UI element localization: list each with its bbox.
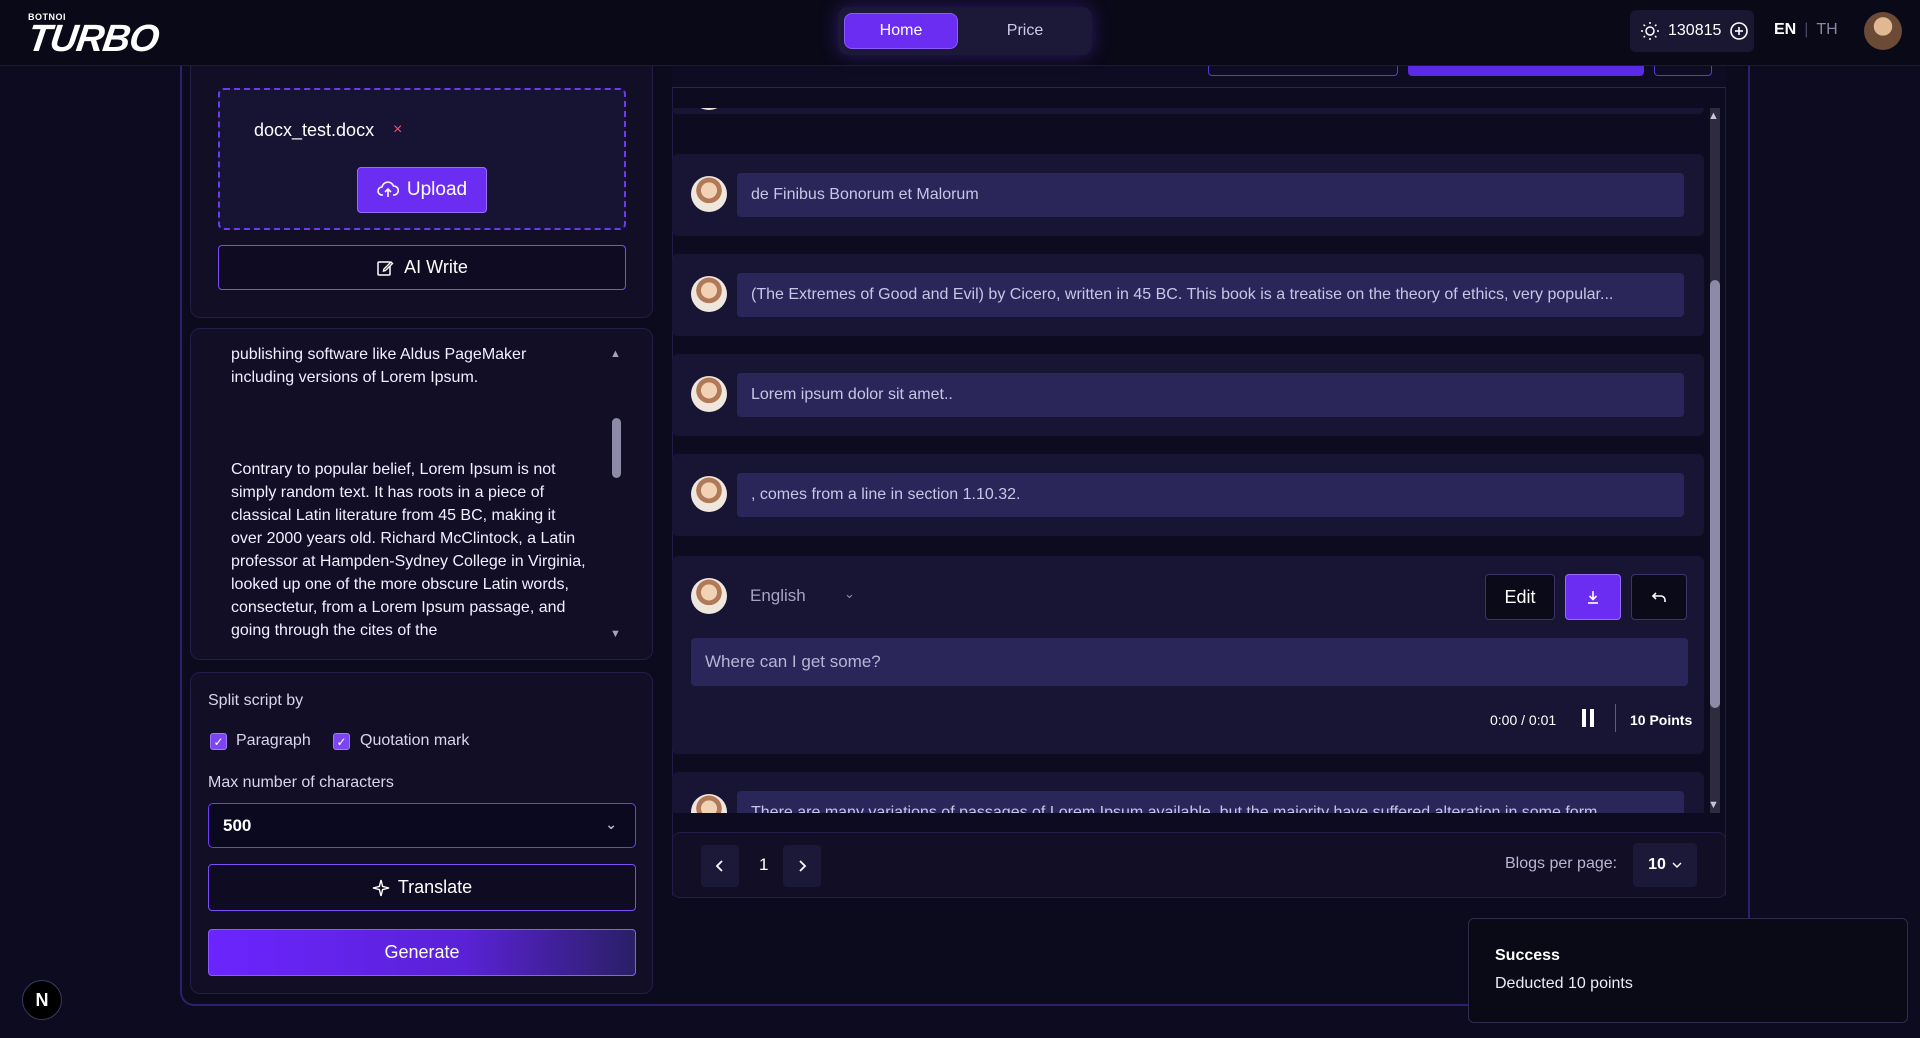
next-page-button[interactable] xyxy=(783,845,821,887)
brand-big-text: TURBO xyxy=(25,18,162,60)
script-block-partial xyxy=(672,108,1704,114)
download-icon xyxy=(1585,589,1601,605)
scroll-up-icon[interactable]: ▲ xyxy=(1708,110,1719,122)
max-chars-label: Max number of characters xyxy=(208,774,394,791)
speaker-avatar[interactable] xyxy=(691,578,727,614)
sparkle-icon xyxy=(372,879,390,897)
speaker-avatar[interactable] xyxy=(691,794,727,813)
uploaded-file-name: docx_test.docx xyxy=(254,120,375,140)
split-script-label: Split script by xyxy=(208,692,304,709)
script-list-scrollbar[interactable]: ▲ ▼ xyxy=(1707,108,1723,813)
speaker-avatar[interactable] xyxy=(691,276,727,312)
block-text-input[interactable]: Where can I get some? xyxy=(691,638,1688,686)
chevron-left-icon xyxy=(715,859,725,873)
toolbar-icon-button-partial[interactable] xyxy=(1654,66,1712,76)
block-text[interactable]: de Finibus Bonorum et Malorum xyxy=(737,173,1684,217)
edit-icon xyxy=(376,259,394,277)
divider xyxy=(1615,704,1616,732)
max-chars-select[interactable]: 500 ⌄ xyxy=(208,803,636,848)
blogs-per-page-value: 10 xyxy=(1648,856,1666,873)
chevron-down-icon[interactable]: ⌄ xyxy=(844,586,855,602)
speaker-avatar[interactable] xyxy=(691,108,727,110)
speaker-avatar[interactable] xyxy=(691,176,727,212)
ai-write-label: AI Write xyxy=(404,257,468,277)
lang-th[interactable]: TH xyxy=(1816,21,1837,39)
scroll-down-icon[interactable]: ▼ xyxy=(1708,799,1719,811)
preview-paragraph: publishing software like Aldus PageMaker… xyxy=(231,346,527,386)
chevron-down-icon: ⌄ xyxy=(605,816,617,832)
scroll-thumb[interactable] xyxy=(1710,280,1720,708)
paragraph-label: Paragraph xyxy=(236,732,311,749)
script-block[interactable]: Lorem ipsum dolor sit amet.. xyxy=(672,354,1704,436)
undo-icon xyxy=(1651,589,1667,605)
block-text[interactable]: (The Extremes of Good and Evil) by Cicer… xyxy=(737,273,1684,317)
ai-write-button[interactable]: AI Write xyxy=(218,245,626,290)
playback-time: 0:00 / 0:01 xyxy=(1490,712,1557,728)
lang-en[interactable]: EN xyxy=(1774,21,1796,39)
success-toast[interactable]: Success Deducted 10 points xyxy=(1468,918,1908,1023)
upload-button[interactable]: Upload xyxy=(357,167,487,213)
upload-label: Upload xyxy=(406,179,468,200)
edit-button[interactable]: Edit xyxy=(1485,574,1555,620)
pause-icon[interactable] xyxy=(1580,709,1596,727)
text-preview-content: publishing software like Aldus PageMaker… xyxy=(231,329,591,659)
remove-file-button[interactable]: × xyxy=(393,121,402,139)
toolbar-primary-button-partial[interactable] xyxy=(1408,66,1644,76)
current-page: 1 xyxy=(759,855,769,874)
active-script-block[interactable]: English ⌄ Edit Where can I get some? 0:0… xyxy=(672,556,1704,754)
preview-scrollbar[interactable]: ▲ ▼ xyxy=(610,348,626,640)
scroll-down-icon[interactable]: ▼ xyxy=(610,628,621,640)
speaker-avatar[interactable] xyxy=(691,376,727,412)
preview-scroll-thumb[interactable] xyxy=(612,418,621,478)
toast-message: Deducted 10 points xyxy=(1495,975,1633,992)
points-balance[interactable]: 130815 xyxy=(1630,10,1754,52)
chevron-down-icon xyxy=(1672,861,1682,869)
prev-page-button[interactable] xyxy=(701,845,739,887)
speaker-avatar[interactable] xyxy=(691,476,727,512)
quotation-label: Quotation mark xyxy=(360,732,470,749)
brand-logo[interactable]: BOTNOI TURBO xyxy=(25,12,162,60)
toolbar-button-partial[interactable] xyxy=(1208,66,1398,76)
preview-paragraph: Contrary to popular belief, Lorem Ipsum … xyxy=(231,461,586,639)
max-chars-value: 500 xyxy=(223,815,252,835)
text-preview-card[interactable]: publishing software like Aldus PageMaker… xyxy=(190,328,653,660)
script-block[interactable]: de Finibus Bonorum et Malorum xyxy=(672,154,1704,236)
script-block[interactable]: (The Extremes of Good and Evil) by Cicer… xyxy=(672,254,1704,336)
script-block[interactable]: , comes from a line in section 1.10.32. xyxy=(672,454,1704,536)
blogs-per-page-label: Blogs per page: xyxy=(1505,855,1618,872)
main-nav: Home Price xyxy=(838,7,1092,55)
paragraph-checkbox[interactable]: ✓ xyxy=(210,733,227,750)
translate-label: Translate xyxy=(397,877,473,897)
top-header: BOTNOI TURBO Home Price 130815 EN | TH xyxy=(0,0,1920,66)
block-points: 10 Points xyxy=(1630,712,1693,728)
language-switch: EN | TH xyxy=(1774,21,1838,39)
generate-button[interactable]: Generate xyxy=(208,929,636,976)
block-text[interactable]: There are many variations of passages of… xyxy=(737,791,1684,813)
blogs-per-page-select[interactable]: 10 xyxy=(1633,843,1697,887)
quotation-checkbox[interactable]: ✓ xyxy=(333,733,350,750)
pagination-bar: 1 Blogs per page: 10 xyxy=(672,832,1726,898)
toast-title: Success xyxy=(1495,947,1560,964)
scroll-up-icon[interactable]: ▲ xyxy=(610,348,621,360)
block-text[interactable]: Lorem ipsum dolor sit amet.. xyxy=(737,373,1684,417)
points-value: 130815 xyxy=(1668,22,1722,39)
sun-icon xyxy=(1640,21,1660,41)
download-button[interactable] xyxy=(1565,574,1621,620)
add-points-icon[interactable] xyxy=(1729,21,1749,41)
lang-separator: | xyxy=(1804,21,1809,38)
user-avatar[interactable] xyxy=(1864,12,1902,50)
script-block-partial[interactable]: There are many variations of passages of… xyxy=(672,772,1704,813)
block-text[interactable]: , comes from a line in section 1.10.32. xyxy=(737,473,1684,517)
translate-button[interactable]: Translate xyxy=(208,864,636,911)
chevron-right-icon xyxy=(797,859,807,873)
script-block-list: de Finibus Bonorum et Malorum (The Extre… xyxy=(672,108,1718,813)
cloud-upload-icon xyxy=(377,181,399,199)
nav-price-tab[interactable]: Price xyxy=(968,13,1082,49)
nav-home-tab[interactable]: Home xyxy=(844,13,958,49)
undo-button[interactable] xyxy=(1631,574,1687,620)
dev-badge[interactable]: N xyxy=(22,980,62,1020)
language-select[interactable]: English xyxy=(750,586,806,606)
